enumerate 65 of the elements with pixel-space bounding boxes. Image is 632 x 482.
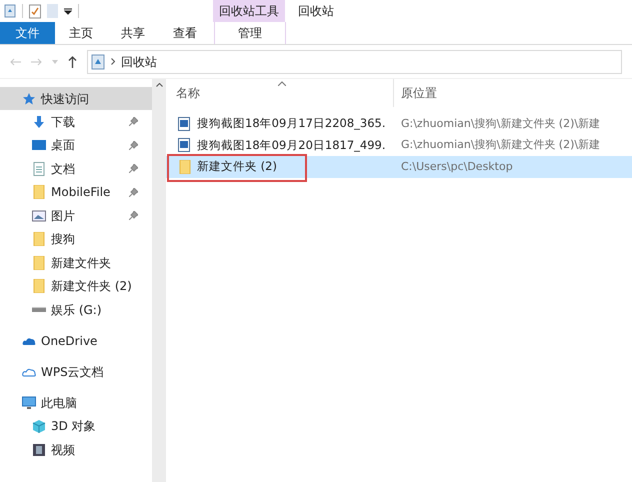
star-icon [22,92,36,106]
navigation-item[interactable]: 快速访问 [0,87,152,110]
dropdown-icon[interactable] [64,7,72,15]
context-tab-header: 回收站工具 [213,0,285,22]
navigation-item[interactable]: 视频 [0,438,152,462]
original-location: C:\Users\pc\Desktop [400,158,513,174]
ribbon-tab[interactable]: 主页 [55,22,107,44]
ribbon-tab[interactable]: 查看 [159,22,211,44]
file-row[interactable]: 新建文件夹 (2) C:\Users\pc\Desktop [166,156,632,178]
ribbon-tab[interactable]: 共享 [107,22,159,44]
file-name: 搜狗截图18年09月17日2208_365. [197,115,386,132]
desktop-icon [32,138,46,152]
navigation-item[interactable]: 搜狗 [0,228,152,251]
navigation-item[interactable]: OneDrive [0,330,152,352]
navigation-item[interactable]: 3D 对象 [0,414,152,438]
image-file-icon [178,138,192,152]
navigation-item[interactable]: WPS云文档 [0,360,152,384]
file-row[interactable]: 搜狗截图18年09月20日1817_499. G:\zhuomian\搜狗\新建文件夹 (2)\新建 [166,134,632,156]
drive-icon [32,307,46,312]
column-header[interactable]: 名称 [166,79,394,107]
computer-icon [22,396,36,410]
up-icon[interactable] [68,56,77,68]
image-file-icon [178,116,192,131]
scrollbar[interactable] [152,79,166,482]
original-location: G:\zhuomian\搜狗\新建文件夹 (2)\新建 [400,116,600,132]
pin-icon[interactable] [129,117,138,126]
pin-icon[interactable] [129,211,138,220]
sort-caret-icon[interactable] [278,81,286,86]
cube-icon [32,419,46,434]
navigation-item[interactable]: MobileFile [0,180,152,204]
navigation-item[interactable]: 桌面 [0,134,152,157]
scroll-up-icon[interactable] [156,83,162,87]
folder-icon [178,160,192,174]
properties-icon[interactable] [29,4,41,18]
address-bar[interactable]: 回收站 [87,50,622,74]
address-path[interactable]: 回收站 [121,52,157,70]
navigation-item[interactable]: 此电脑 [0,392,152,414]
navigation-item[interactable]: 下载 [0,110,152,134]
folder-icon [32,232,46,246]
recycle-bin-icon [91,54,105,70]
navigation-item[interactable]: 新建文件夹 [0,251,152,274]
pin-icon[interactable] [129,140,138,150]
folder-icon [32,279,46,294]
file-name: 新建文件夹 (2) [197,158,277,176]
pin-icon[interactable] [129,164,138,174]
original-location: G:\zhuomian\搜狗\新建文件夹 (2)\新建 [400,137,600,153]
chevron-icon[interactable] [111,58,115,65]
ribbon-tab[interactable]: 管理 [214,22,286,44]
navigation-item[interactable]: 新建文件夹 (2) [0,274,152,298]
ribbon-tab[interactable]: 文件 [0,22,55,44]
folder-icon [32,185,46,200]
navigation-item[interactable]: 图片 [0,204,152,228]
file-row[interactable]: 搜狗截图18年09月17日2208_365. G:\zhuomian\搜狗\新建文件夹 (2)\新建 [166,113,632,134]
navigation-item[interactable]: 文档 [0,157,152,180]
window-title: 回收站 [298,3,334,20]
picture-icon [32,208,46,223]
navigation-item[interactable]: 娱乐 (G:) [0,298,152,322]
column-header[interactable]: 原位置 [394,79,437,107]
film-icon [32,442,46,457]
recycle-bin-icon[interactable] [4,4,16,18]
pin-icon[interactable] [129,188,138,197]
document-icon [32,162,46,176]
file-name: 搜狗截图18年09月20日1817_499. [197,136,386,154]
folder-icon [32,256,46,270]
download-arrow-icon [32,114,46,129]
